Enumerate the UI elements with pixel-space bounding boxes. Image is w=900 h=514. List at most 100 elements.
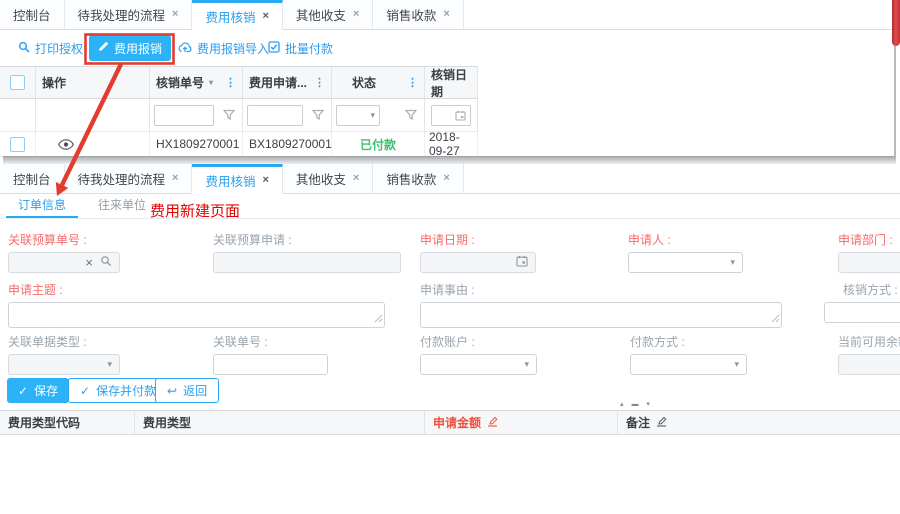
checked-box-icon — [268, 41, 280, 56]
tab-other-income[interactable]: 其他收支× — [283, 0, 373, 30]
view-eye-icon[interactable] — [58, 139, 74, 150]
select-all-checkbox[interactable] — [10, 75, 25, 90]
header-label: 费用申请... — [249, 74, 307, 91]
verify-method-input[interactable] — [824, 302, 900, 323]
subtab-counterpart[interactable]: 往来单位 — [86, 194, 158, 218]
pay-account-select[interactable]: ▾ — [420, 354, 537, 375]
close-icon[interactable]: × — [172, 9, 178, 20]
magnifier-icon — [18, 41, 30, 56]
available-balance-input[interactable] — [838, 354, 900, 375]
tab-pending-flows[interactable]: 待我处理的流程 × — [65, 0, 193, 30]
row-checkbox[interactable] — [10, 137, 25, 152]
expense-lines-grid-header: 费用类型代码 费用类型 申请金额 备注 — [0, 410, 900, 435]
tab-other-income[interactable]: 其他收支 × — [283, 164, 373, 194]
funnel-icon[interactable] — [220, 105, 238, 126]
close-icon[interactable]: × — [262, 175, 268, 186]
related-doc-no-input[interactable] — [213, 354, 328, 375]
field-label: 关联单据类型 : — [8, 333, 120, 350]
header-label: 费用类型 — [143, 414, 191, 431]
grid-column-control[interactable]: ▴ ▬ ▾ — [620, 400, 653, 408]
verify-date-filter-input[interactable] — [431, 105, 471, 126]
header-verify-no[interactable]: 核销单号▾⋮ — [150, 67, 243, 98]
apply-reason-textarea[interactable] — [420, 302, 782, 328]
budget-req-input[interactable] — [213, 252, 401, 273]
tab-label: 待我处理的流程 — [78, 5, 166, 24]
tab-console[interactable]: 控制台 — [0, 0, 65, 30]
resize-handle[interactable] — [771, 312, 780, 326]
header-label: 核销日期 — [431, 66, 471, 100]
header-label: 核销单号 — [156, 74, 204, 91]
back-button[interactable]: ↩返回 — [155, 378, 219, 403]
edit-icon[interactable] — [656, 416, 667, 430]
apply-dept-input[interactable] — [838, 252, 900, 273]
close-icon[interactable]: × — [443, 173, 449, 184]
expense-req-value: BX1809270001 — [249, 137, 332, 151]
tab-expense-verify[interactable]: 费用核销 × — [192, 164, 282, 194]
tab-label: 费用核销 — [205, 171, 255, 190]
column-menu-icon[interactable]: ⋮ — [407, 76, 418, 89]
print-auth-button[interactable]: 打印授权 — [18, 30, 83, 66]
close-icon[interactable]: × — [353, 9, 359, 20]
pencil-icon — [98, 41, 109, 55]
expense-import-button[interactable]: 费用报销导入 — [178, 30, 269, 66]
save-and-pay-button[interactable]: ✓保存并付款 — [68, 378, 168, 403]
tab-sales-receipt[interactable]: 销售收款× — [373, 164, 463, 194]
applicant-select[interactable]: ▾ — [628, 252, 743, 273]
verify-no-filter-input[interactable] — [154, 105, 214, 126]
funnel-icon[interactable] — [309, 105, 327, 126]
field-budget-req: 关联预算申请 : — [213, 231, 401, 273]
header-status[interactable]: 状态⋮ — [332, 67, 425, 98]
save-button[interactable]: ✓保存 — [7, 378, 69, 403]
header-expense-req[interactable]: 费用申请... ⋮ — [243, 67, 332, 98]
print-auth-label: 打印授权 — [35, 40, 83, 57]
pay-method-select[interactable]: ▾ — [630, 354, 747, 375]
tab-expense-verify[interactable]: 费用核销 × — [192, 0, 282, 30]
chevron-down-icon: ▾ — [370, 111, 375, 120]
close-icon[interactable]: × — [353, 173, 359, 184]
table-row[interactable]: HX1809270001 BX1809270001 已付款 2018-09-27 — [0, 132, 478, 157]
resize-handle[interactable] — [374, 312, 383, 326]
chevron-down-icon: ▾ — [524, 360, 529, 369]
field-label: 当前可用余额 : — [838, 333, 900, 350]
funnel-icon[interactable] — [402, 105, 420, 126]
apply-date-input[interactable] — [420, 252, 536, 273]
batch-pay-button[interactable]: 批量付款 — [268, 30, 333, 66]
filter-expense-req — [243, 99, 332, 131]
verify-date-value: 2018-09-27 — [429, 130, 473, 158]
related-doc-type-select[interactable]: ▾ — [8, 354, 120, 375]
field-label: 核销方式 : — [843, 281, 900, 298]
close-icon[interactable]: × — [172, 173, 178, 184]
tab-sales-receipt[interactable]: 销售收款× — [373, 0, 463, 30]
close-icon[interactable]: × — [262, 11, 268, 22]
search-icon[interactable] — [100, 255, 112, 270]
column-menu-icon[interactable]: ⋮ — [314, 76, 325, 89]
back-label: 返回 — [183, 382, 207, 399]
budget-no-input[interactable]: × — [8, 252, 120, 273]
status-filter-select[interactable]: ▾ — [336, 105, 380, 126]
header-verify-date[interactable]: 核销日期 — [425, 67, 478, 98]
filter-status: ▾ — [332, 99, 425, 131]
header-label: 费用类型代码 — [8, 414, 80, 431]
calendar-icon[interactable] — [516, 255, 528, 270]
tab-label: 控制台 — [13, 5, 51, 24]
filter-blank — [0, 99, 36, 131]
tab-label: 费用核销 — [205, 7, 255, 26]
field-label: 申请人 : — [628, 231, 743, 248]
header-label: 备注 — [626, 414, 650, 431]
tab-pending-flows[interactable]: 待我处理的流程× — [65, 164, 193, 194]
clear-icon[interactable]: × — [85, 256, 93, 269]
chevron-down-icon: ▾ — [734, 360, 739, 369]
red-marker-bar — [892, 0, 900, 46]
tab-console[interactable]: 控制台 — [0, 164, 65, 194]
close-icon[interactable]: × — [443, 9, 449, 20]
edit-icon[interactable] — [487, 416, 498, 430]
column-menu-icon[interactable]: ⋮ — [225, 76, 236, 89]
expense-req-filter-input[interactable] — [247, 105, 303, 126]
apply-subject-textarea[interactable] — [8, 302, 385, 328]
expense-claim-button[interactable]: 费用报销 — [89, 35, 171, 61]
field-label: 关联单号 : — [213, 333, 328, 350]
app-page: 控制台 待我处理的流程 × 费用核销 × 其他收支 × 销售收款× 打印授权 费用报销… — [0, 0, 900, 514]
subtab-order-info[interactable]: 订单信息 — [6, 194, 78, 218]
row-verify-date-cell: 2018-09-27 — [425, 132, 478, 156]
tab-label: 其他收支 — [296, 169, 346, 188]
